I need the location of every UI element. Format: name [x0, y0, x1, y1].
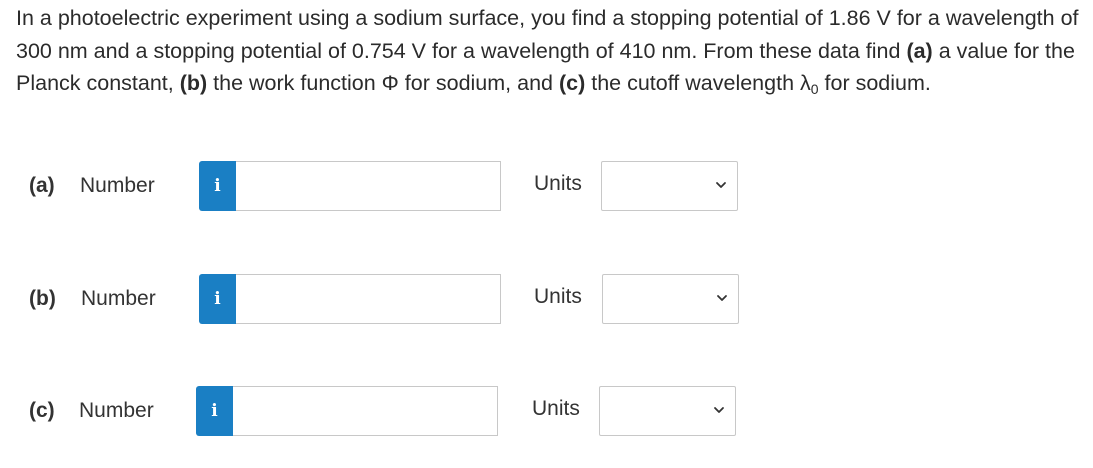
- part-label-a: (a): [29, 174, 55, 197]
- answer-row-c: (c) Number i Units: [0, 386, 1093, 436]
- question-text-part: for sodium.: [818, 71, 931, 95]
- chevron-down-icon: [717, 295, 727, 301]
- info-icon: i: [214, 288, 221, 309]
- question-text-part: the work function Φ for sodium, and: [207, 71, 559, 95]
- number-label-a: Number: [80, 174, 155, 197]
- part-label-c: (c): [29, 399, 55, 422]
- part-label-b: (b): [29, 287, 56, 310]
- part-a-marker: (a): [906, 38, 933, 63]
- answer-row-a: (a) Number i Units: [0, 161, 1093, 211]
- info-button-a[interactable]: i: [199, 161, 236, 211]
- units-select-b[interactable]: [602, 274, 739, 324]
- info-icon: i: [211, 400, 218, 421]
- units-label-b: Units: [534, 285, 582, 308]
- question-text: In a photoelectric experiment using a so…: [16, 2, 1088, 102]
- part-b-marker: (b): [179, 71, 208, 95]
- lambda-subscript: 0: [810, 81, 819, 97]
- number-input-b[interactable]: [236, 274, 501, 324]
- number-input-c[interactable]: [233, 386, 498, 436]
- number-label-c: Number: [79, 399, 154, 422]
- chevron-down-icon: [716, 182, 726, 188]
- chevron-down-icon: [714, 407, 724, 413]
- number-input-a[interactable]: [236, 161, 501, 211]
- info-icon: i: [214, 175, 221, 196]
- info-button-b[interactable]: i: [199, 274, 236, 324]
- info-button-c[interactable]: i: [196, 386, 233, 436]
- question-text-part: the cutoff wavelength λ: [585, 71, 811, 95]
- answer-row-b: (b) Number i Units: [0, 274, 1093, 324]
- number-label-b: Number: [81, 287, 156, 310]
- units-select-c[interactable]: [599, 386, 736, 436]
- units-select-a[interactable]: [601, 161, 738, 211]
- units-label-a: Units: [534, 172, 582, 195]
- part-c-marker: (c): [558, 71, 586, 95]
- units-label-c: Units: [532, 397, 580, 420]
